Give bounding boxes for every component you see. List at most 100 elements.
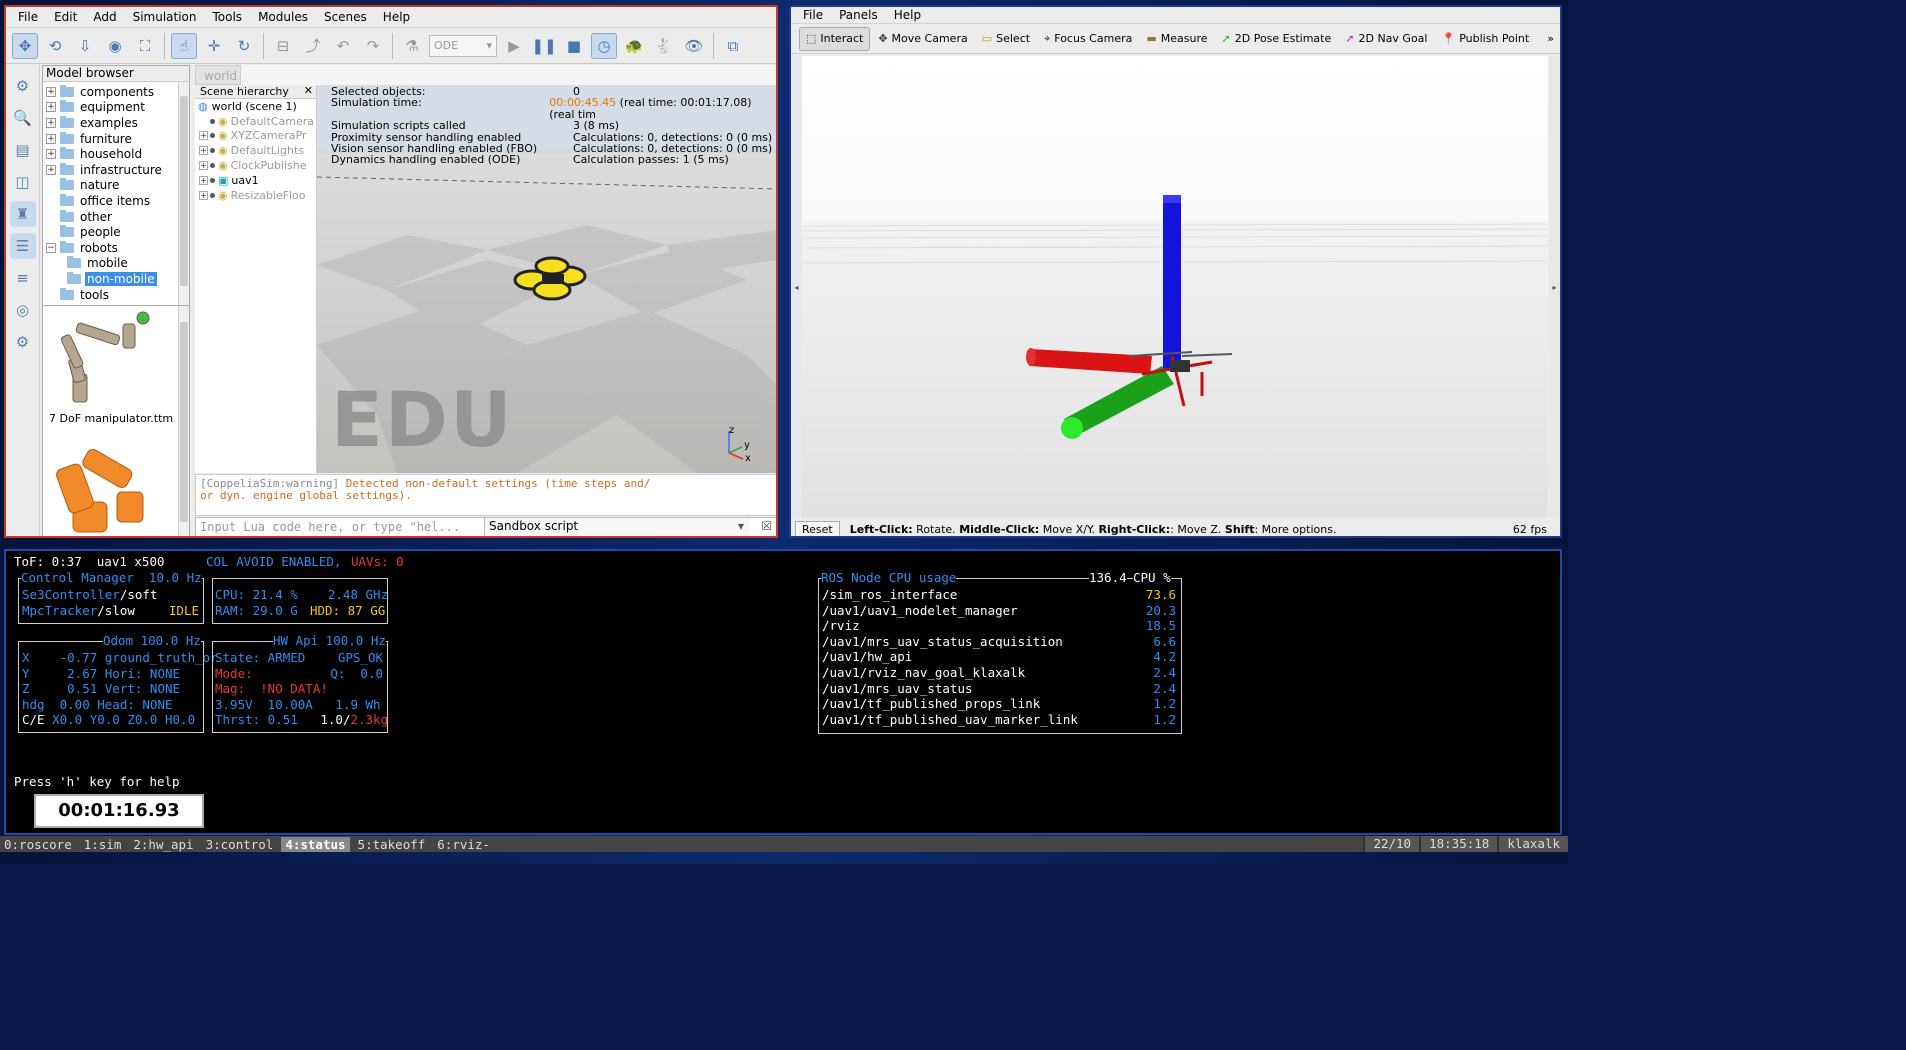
reset-button[interactable]: Reset — [795, 520, 840, 536]
expand-icon[interactable]: + — [199, 175, 208, 185]
page-selector-icon[interactable]: ⧉ — [720, 33, 746, 59]
expand-icon[interactable]: + — [46, 102, 56, 113]
video-recorder-icon[interactable]: ◎ — [10, 297, 36, 323]
tmux-window-1[interactable]: 1:sim — [80, 837, 126, 852]
tree-scrollbar[interactable] — [178, 82, 189, 305]
tree-item-non-mobile[interactable]: non-mobile — [43, 271, 189, 287]
tree-item-office-items[interactable]: office items — [43, 193, 189, 209]
menu-scenes[interactable]: Scenes — [316, 10, 375, 24]
tmux-window-2[interactable]: 2:hw_api — [129, 837, 197, 852]
tree-item-components[interactable]: + components — [43, 84, 189, 100]
expand-icon[interactable]: + — [46, 86, 56, 97]
tree-item-other[interactable]: other — [43, 209, 189, 225]
play-icon[interactable]: ▶ — [501, 33, 527, 59]
simulation-settings-icon[interactable]: ⚙ — [10, 73, 36, 99]
menu-add[interactable]: Add — [85, 10, 124, 24]
tree-item-infrastructure[interactable]: + infrastructure — [43, 162, 189, 178]
hierarchy-item[interactable]: ◍ world (scene 1) — [195, 99, 316, 114]
tool-focus-camera[interactable]: ⌖ Focus Camera — [1038, 27, 1138, 51]
hierarchy-item[interactable]: + ▣ uav1 — [195, 173, 316, 188]
hierarchy-item[interactable]: + ◉ XYZCameraPr — [195, 129, 316, 144]
engine-select[interactable]: ODE — [429, 34, 497, 57]
stop-icon[interactable]: ■ — [561, 33, 587, 59]
expand-icon[interactable]: + — [46, 133, 56, 144]
tmux-window-4[interactable]: 4:status — [281, 836, 350, 852]
assembly-icon[interactable]: ⊟ — [270, 33, 296, 59]
rviz-menu-panels[interactable]: Panels — [831, 8, 886, 22]
expand-icon[interactable]: + — [199, 131, 208, 141]
close-icon[interactable]: ✕ — [304, 84, 313, 97]
close-icon[interactable]: ☒ — [761, 519, 772, 533]
tree-item-robots[interactable]: − robots — [43, 240, 189, 256]
visualization-icon[interactable]: 👁 — [681, 33, 707, 59]
expand-icon[interactable]: + — [199, 190, 208, 200]
tmux-window-6[interactable]: 6:rviz- — [433, 837, 494, 852]
expand-icon[interactable]: − — [46, 242, 56, 253]
shift-view-icon[interactable]: ⇩ — [72, 33, 98, 59]
redo-icon[interactable]: ↷ — [360, 33, 386, 59]
model-browser-icon[interactable]: ♜ — [9, 201, 36, 227]
expand-icon[interactable]: + — [199, 146, 208, 156]
thumbs-scrollbar[interactable] — [178, 306, 189, 536]
dynamics-icon[interactable]: ⚗ — [399, 33, 425, 59]
tool-select[interactable]: ▭ Select — [976, 27, 1036, 51]
tree-item-people[interactable]: people — [43, 224, 189, 240]
camera-icon[interactable]: ◉ — [102, 33, 128, 59]
user-settings-icon[interactable]: ⚙ — [10, 329, 36, 355]
expand-icon[interactable]: + — [46, 117, 56, 128]
tree-item-furniture[interactable]: + furniture — [43, 131, 189, 147]
coppelia-3d-view[interactable]: Selected objects: 0 Simulation time: 00:00:… — [317, 85, 776, 473]
hierarchy-item[interactable]: + ◉ ClockPublishe — [195, 158, 316, 173]
transfer-dna-icon[interactable]: ⤴ — [300, 33, 326, 59]
layers-icon[interactable]: ≡ — [10, 265, 36, 291]
tree-item-examples[interactable]: + examples — [43, 115, 189, 131]
tmux-window-0[interactable]: 0:roscore — [0, 837, 76, 852]
menu-file[interactable]: File — [10, 10, 46, 24]
tree-item-equipment[interactable]: + equipment — [43, 100, 189, 116]
rviz-menu-file[interactable]: File — [795, 8, 831, 22]
status-terminal[interactable]: ToF: 0:37 uav1 x500 COL AVOID ENABLED, U… — [4, 549, 1562, 835]
toolbar-overflow-icon[interactable]: » — [1541, 27, 1560, 51]
expand-icon[interactable]: + — [199, 161, 208, 171]
realtime-icon[interactable]: ◷ — [591, 32, 617, 59]
tmux-window-5[interactable]: 5:takeoff — [354, 837, 430, 852]
menu-help[interactable]: Help — [375, 10, 418, 24]
object-shift-icon[interactable]: ✛ — [201, 33, 227, 59]
shape-edit-icon[interactable]: ◫ — [10, 169, 36, 195]
tool-interact[interactable]: ⬚ Interact — [799, 26, 871, 51]
tree-item-mobile[interactable]: mobile — [43, 256, 189, 272]
tool-measure[interactable]: ▬ Measure — [1140, 27, 1213, 51]
lua-command-input[interactable]: Input Lua code here, or type "hel... San… — [195, 517, 776, 536]
object-rotate-icon[interactable]: ↻ — [231, 33, 257, 59]
tab-world[interactable]: world — [195, 65, 241, 85]
click-select-icon[interactable]: ☝ — [171, 32, 197, 59]
hierarchy-item[interactable]: + ◉ ResizableFloo — [195, 188, 316, 203]
menu-tools[interactable]: Tools — [205, 10, 251, 24]
tree-item-nature[interactable]: nature — [43, 178, 189, 194]
move-view-icon[interactable]: ✥ — [12, 32, 38, 59]
menu-edit[interactable]: Edit — [46, 10, 85, 24]
tool-2d-nav-goal[interactable]: ➚ 2D Nav Goal — [1339, 27, 1433, 51]
fit-view-icon[interactable]: ⛶ — [132, 33, 158, 59]
menu-modules[interactable]: Modules — [250, 10, 316, 24]
faster-icon[interactable]: 🐇 — [651, 33, 677, 59]
sandbox-script-select[interactable]: Sandbox script — [484, 518, 750, 536]
pause-icon[interactable]: ❚❚ — [531, 33, 557, 59]
rviz-3d-view[interactable] — [802, 56, 1548, 518]
tree-item-tools[interactable]: tools — [43, 287, 189, 303]
menu-simulation[interactable]: Simulation — [125, 10, 205, 24]
script-icon[interactable]: ▤ — [10, 137, 36, 163]
right-panel-toggle-icon[interactable]: ▸ — [1549, 56, 1560, 518]
tool-move-camera[interactable]: ✥ Move Camera — [872, 27, 973, 51]
tree-item-household[interactable]: + household — [43, 146, 189, 162]
slower-icon[interactable]: 🐢 — [621, 33, 647, 59]
rotate-view-icon[interactable]: ⟲ — [42, 33, 68, 59]
expand-icon[interactable]: + — [46, 149, 56, 160]
hierarchy-item[interactable]: + ◉ DefaultLights — [195, 143, 316, 158]
tool-publish-point[interactable]: 📍 Publish Point — [1435, 27, 1535, 51]
scene-hierarchy-icon[interactable]: ☰ — [9, 233, 36, 259]
rviz-menu-help[interactable]: Help — [886, 8, 929, 22]
left-panel-toggle-icon[interactable]: ◂ — [791, 56, 802, 518]
undo-icon[interactable]: ↶ — [330, 33, 356, 59]
expand-icon[interactable]: + — [46, 164, 56, 175]
